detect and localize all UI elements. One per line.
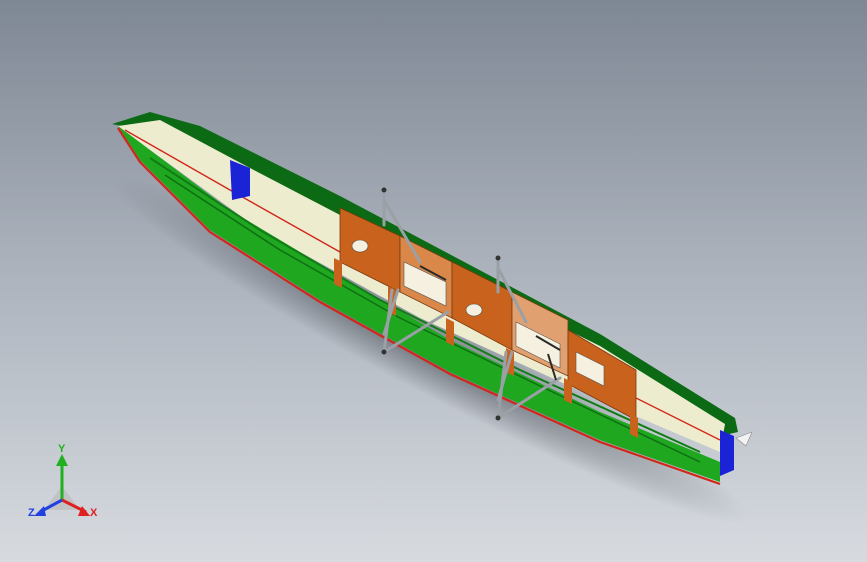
axis-triad[interactable]: Y X Z bbox=[0, 440, 110, 550]
3d-viewport[interactable]: Y X Z bbox=[0, 0, 867, 562]
z-axis-label: Z bbox=[28, 507, 35, 519]
hatch-1[interactable] bbox=[351, 239, 369, 253]
rib-1 bbox=[334, 258, 342, 288]
bulkhead-stern[interactable] bbox=[720, 430, 734, 476]
rib-3 bbox=[446, 318, 454, 346]
y-axis-label: Y bbox=[58, 443, 66, 455]
x-axis-label: X bbox=[90, 507, 98, 519]
rib-6 bbox=[630, 414, 638, 438]
rib-5 bbox=[564, 378, 572, 404]
stern-fin bbox=[735, 431, 753, 447]
hatch-2[interactable] bbox=[465, 303, 483, 317]
boat-model[interactable] bbox=[0, 0, 867, 562]
